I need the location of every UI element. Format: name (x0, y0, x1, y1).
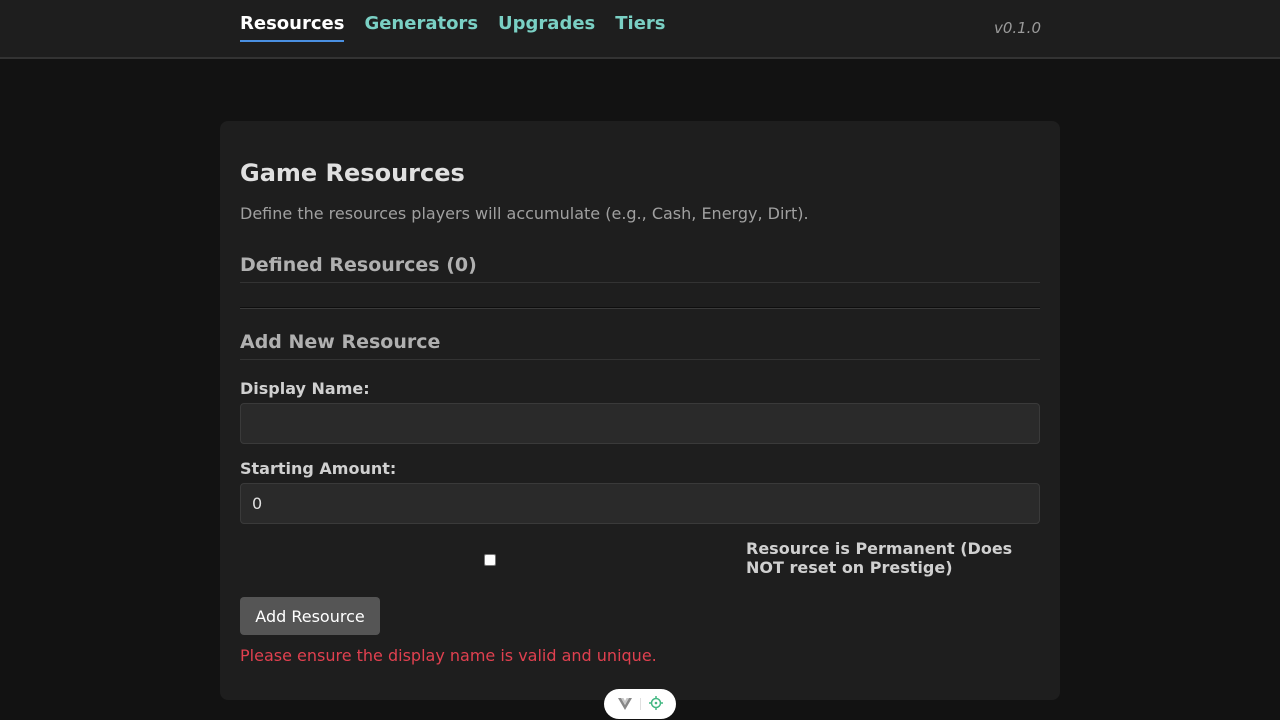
add-resource-heading: Add New Resource (240, 331, 1040, 360)
main-tabs: Resources Generators Upgrades Tiers (240, 12, 666, 42)
defined-resources-heading: Defined Resources (0) (240, 254, 1040, 283)
permanent-checkbox-label: Resource is Permanent (Does NOT reset on… (746, 539, 1013, 577)
tab-upgrades[interactable]: Upgrades (498, 12, 595, 42)
tab-generators[interactable]: Generators (364, 12, 478, 42)
tab-tiers[interactable]: Tiers (615, 12, 665, 42)
section-divider (240, 307, 1040, 309)
inspector-target-icon[interactable] (648, 695, 663, 714)
version-label: v0.1.0 (993, 19, 1041, 37)
vue-devtools-pill[interactable] (604, 689, 676, 719)
page-description: Define the resources players will accumu… (240, 204, 809, 223)
starting-amount-input[interactable] (240, 483, 1040, 524)
permanent-checkbox[interactable] (484, 554, 496, 566)
top-nav-bar: Resources Generators Upgrades Tiers v0.1… (0, 0, 1280, 59)
validation-error-message: Please ensure the display name is valid … (240, 646, 657, 665)
starting-amount-label: Starting Amount: (240, 459, 397, 478)
resources-panel: Game Resources Define the resources play… (220, 121, 1060, 700)
pill-separator (639, 698, 641, 710)
display-name-label: Display Name: (240, 379, 370, 398)
add-resource-button[interactable]: Add Resource (240, 597, 380, 635)
vue-logo-icon[interactable] (617, 695, 632, 714)
display-name-input[interactable] (240, 403, 1040, 444)
tab-resources[interactable]: Resources (240, 12, 345, 42)
page-title: Game Resources (240, 159, 465, 187)
